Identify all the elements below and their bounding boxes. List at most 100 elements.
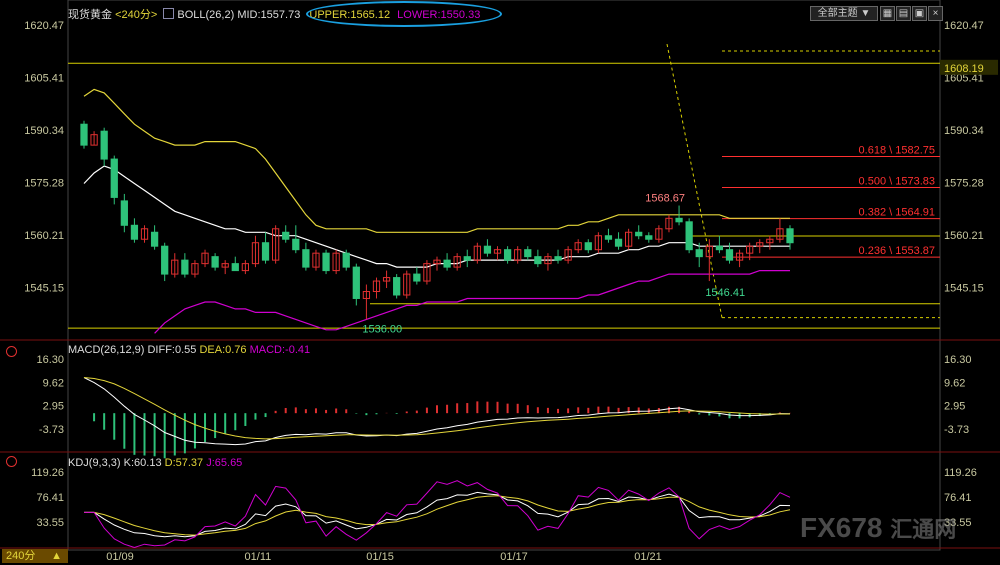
watermark-cn: 汇通网 <box>890 517 957 542</box>
kdj-header: KDJ(9,3,3) K:60.13 D:57.37 J:65.65 <box>68 457 242 469</box>
macd-y-tick-label: -3.73 <box>39 424 64 436</box>
period-label[interactable]: <240分> <box>115 9 157 21</box>
y-tick-label: 1605.41 <box>24 72 64 84</box>
macd-marker-icon[interactable] <box>6 346 17 357</box>
candle-body <box>352 266 360 299</box>
candle-body <box>715 245 724 251</box>
candle-body <box>322 252 330 272</box>
boll-label: BOLL(26,2) <box>177 9 235 21</box>
candle-body <box>554 256 562 261</box>
watermark-logo: FX678 <box>800 512 883 543</box>
period-badge-label: 240分 <box>6 550 36 562</box>
y-tick-label: 1620.47 <box>24 20 64 32</box>
fib-level-label: 0.618 \ 1582.75 <box>859 144 935 156</box>
candle-body <box>292 238 300 251</box>
settings-icon[interactable]: ▣ <box>912 6 927 21</box>
macd-title: MACD(26,12,9) <box>68 344 145 356</box>
kdj-y-tick-label: 76.41 <box>944 492 972 504</box>
candle-body <box>443 259 451 268</box>
macd-y-tick-label: -3.73 <box>944 424 969 436</box>
price-annotation: 1546.41 <box>705 287 745 299</box>
macd-header: MACD(26,12,9) DIFF:0.55 DEA:0.76 MACD:-0… <box>68 344 310 356</box>
kdj-y-tick-label: 33.55 <box>36 517 64 529</box>
chart-type-icon[interactable]: ▦ <box>880 6 895 21</box>
y-tick-label: 1590.34 <box>24 125 64 137</box>
period-badge[interactable]: 240分 ▲ <box>2 549 68 563</box>
macd-y-tick-label: 16.30 <box>36 354 64 366</box>
kdj-y-tick-label: 119.26 <box>944 467 977 479</box>
chevron-down-icon: ▼ <box>860 8 871 19</box>
price-annotation: 1568.67 <box>645 193 685 205</box>
macd-y-tick-label: 9.62 <box>43 377 64 389</box>
candle-body <box>302 249 310 268</box>
candle-body <box>80 123 88 146</box>
macd-value: MACD:-0.41 <box>249 344 311 356</box>
macd-y-tick-label: 16.30 <box>944 354 972 366</box>
candle-body <box>181 259 189 275</box>
candle-body <box>282 231 290 240</box>
kdj-d-line <box>84 495 791 536</box>
kdj-d: D:57.37 <box>164 457 204 469</box>
y-tick-label: 1545.15 <box>24 283 64 295</box>
macd-y-tick-label: 9.62 <box>944 377 965 389</box>
triangle-up-icon: ▲ <box>51 550 62 562</box>
kdj-title: KDJ(9,3,3) <box>68 457 121 469</box>
window-icon[interactable]: ▤ <box>896 6 911 21</box>
y-tick-label: 1620.47 <box>944 20 984 32</box>
fib-level-label: 0.500 \ 1573.83 <box>859 176 935 188</box>
x-tick-label: 01/09 <box>106 551 134 563</box>
candle-body <box>524 249 532 258</box>
boll-mid-line <box>83 165 790 268</box>
candle-body <box>211 256 219 268</box>
price-annotation: 1536.00 <box>362 323 402 335</box>
boll-mid-value: MID:1557.73 <box>237 9 301 21</box>
candle-body <box>413 273 421 282</box>
candle-body <box>393 277 401 296</box>
candle-body <box>534 256 542 265</box>
fib-level-label: 0.382 \ 1564.91 <box>859 207 935 219</box>
x-tick-label: 01/21 <box>634 551 662 563</box>
highlight-ellipse <box>306 1 502 27</box>
macd-diff: DIFF:0.55 <box>147 344 197 356</box>
fib-trend-line <box>666 43 723 318</box>
kdj-j-line <box>84 480 791 549</box>
y-tick-label: 1575.28 <box>944 177 984 189</box>
kdj-k: K:60.13 <box>123 457 162 469</box>
candle-body <box>161 245 169 275</box>
x-tick-label: 01/15 <box>366 551 394 563</box>
y-tick-label: 1575.28 <box>24 177 64 189</box>
candle-body <box>100 130 108 160</box>
boll-upper-line <box>83 88 790 233</box>
candle-body <box>483 245 492 254</box>
boll-icon <box>163 8 175 19</box>
macd-y-tick-label: 2.95 <box>944 401 965 413</box>
candle-body <box>675 217 683 223</box>
close-icon[interactable]: × <box>928 6 943 21</box>
candle-body <box>120 200 128 226</box>
kdj-marker-icon[interactable] <box>6 456 17 467</box>
candle-body <box>685 221 693 251</box>
candle-body <box>645 235 653 240</box>
candle-body <box>725 249 734 261</box>
candle-body <box>261 242 270 261</box>
x-tick-label: 01/17 <box>500 551 528 563</box>
candle-body <box>130 224 139 240</box>
chart-canvas: 1620.47 1620.471605.41 1605.411590.34 1590.… <box>0 0 1000 563</box>
y-tick-label: 1560.21 <box>944 230 984 242</box>
y-tick-label: 1545.15 <box>944 283 984 295</box>
symbol-label: 现货黄金 <box>68 9 112 21</box>
macd-dea: DEA:0.76 <box>199 344 247 356</box>
kdj-j: J:65.65 <box>206 457 243 469</box>
x-tick-label: 01/11 <box>245 551 272 563</box>
candle-body <box>342 252 350 268</box>
theme-dropdown-label: 全部主题 <box>817 8 858 19</box>
candle-body <box>584 242 592 251</box>
candle-body <box>695 249 703 258</box>
theme-dropdown[interactable]: 全部主题 ▼ <box>810 6 878 21</box>
candle-body <box>604 235 613 240</box>
y-tick-label-extra: 1608.19 <box>944 63 984 75</box>
boll-lower-line <box>154 270 790 334</box>
kdj-y-tick-label: 119.26 <box>31 467 64 479</box>
candle-body <box>110 158 118 198</box>
candle-body <box>463 256 471 261</box>
